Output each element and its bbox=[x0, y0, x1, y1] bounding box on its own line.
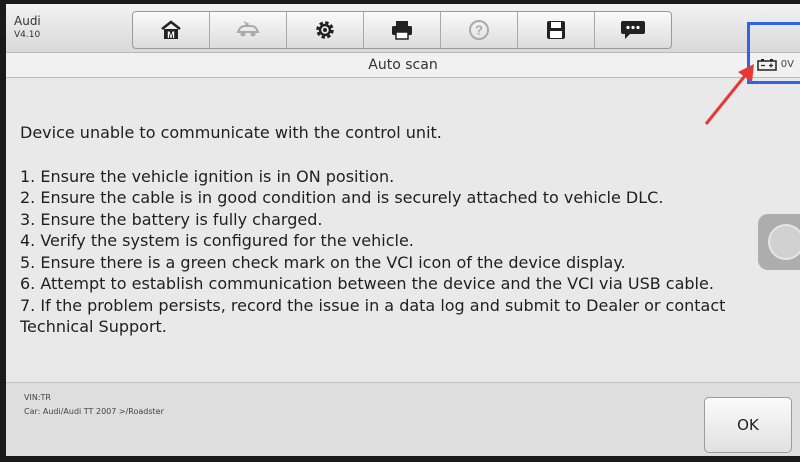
help-button[interactable]: ? bbox=[441, 12, 518, 48]
print-icon bbox=[392, 21, 412, 40]
message-area: Device unable to communicate with the co… bbox=[20, 122, 790, 338]
save-button[interactable] bbox=[518, 12, 595, 48]
list-item: 4. Verify the system is configured for t… bbox=[20, 231, 414, 250]
vehicle-swap-button[interactable] bbox=[210, 12, 287, 48]
toolbar: M ? bbox=[132, 11, 672, 49]
home-icon: M bbox=[161, 20, 181, 40]
troubleshooting-list: 1. Ensure the vehicle ignition is in ON … bbox=[20, 166, 790, 338]
vin-label: VIN:TR bbox=[24, 393, 51, 402]
ok-button[interactable]: OK bbox=[704, 397, 792, 453]
vehicle-make: Audi bbox=[14, 14, 41, 28]
vehicle-swap-icon bbox=[236, 21, 260, 37]
settings-gear-icon bbox=[316, 21, 334, 39]
car-path: Car: Audi/Audi TT 2007 >/Roadster bbox=[24, 407, 164, 416]
device-screen: Audi V4.10 M ? Auto scan 0V Device unabl… bbox=[6, 4, 800, 456]
help-icon: ? bbox=[469, 20, 489, 40]
svg-text:?: ? bbox=[475, 23, 483, 38]
page-title: Auto scan bbox=[368, 57, 438, 73]
top-toolbar-bar: Audi V4.10 M ? bbox=[6, 4, 800, 53]
save-icon bbox=[547, 21, 565, 39]
svg-text:M: M bbox=[167, 30, 175, 40]
print-button[interactable] bbox=[364, 12, 441, 48]
vehicle-info: Audi V4.10 bbox=[14, 14, 41, 40]
error-heading: Device unable to communicate with the co… bbox=[20, 123, 442, 142]
list-item: 5. Ensure there is a green check mark on… bbox=[20, 252, 626, 272]
settings-button[interactable] bbox=[287, 12, 364, 48]
home-button[interactable]: M bbox=[133, 12, 210, 48]
software-version: V4.10 bbox=[14, 30, 41, 40]
data-log-icon bbox=[621, 21, 645, 39]
vehicle-details: VIN:TR Car: Audi/Audi TT 2007 >/Roadster bbox=[24, 391, 164, 419]
floating-assist-button[interactable] bbox=[758, 214, 800, 270]
list-item: 1. Ensure the vehicle ignition is in ON … bbox=[20, 166, 395, 186]
list-item: 6. Attempt to establish communication be… bbox=[20, 274, 714, 293]
list-item: 3. Ensure the battery is fully charged. bbox=[20, 209, 323, 229]
title-bar: Auto scan 0V bbox=[6, 53, 800, 78]
footer-bar: VIN:TR Car: Audi/Audi TT 2007 >/Roadster… bbox=[6, 382, 800, 456]
annotation-arrow-icon bbox=[704, 64, 754, 125]
data-log-button[interactable] bbox=[595, 12, 671, 48]
list-item: 7. If the problem persists, record the i… bbox=[20, 295, 726, 337]
assist-circle-icon bbox=[768, 224, 800, 260]
list-item: 2. Ensure the cable is in good condition… bbox=[20, 188, 664, 207]
